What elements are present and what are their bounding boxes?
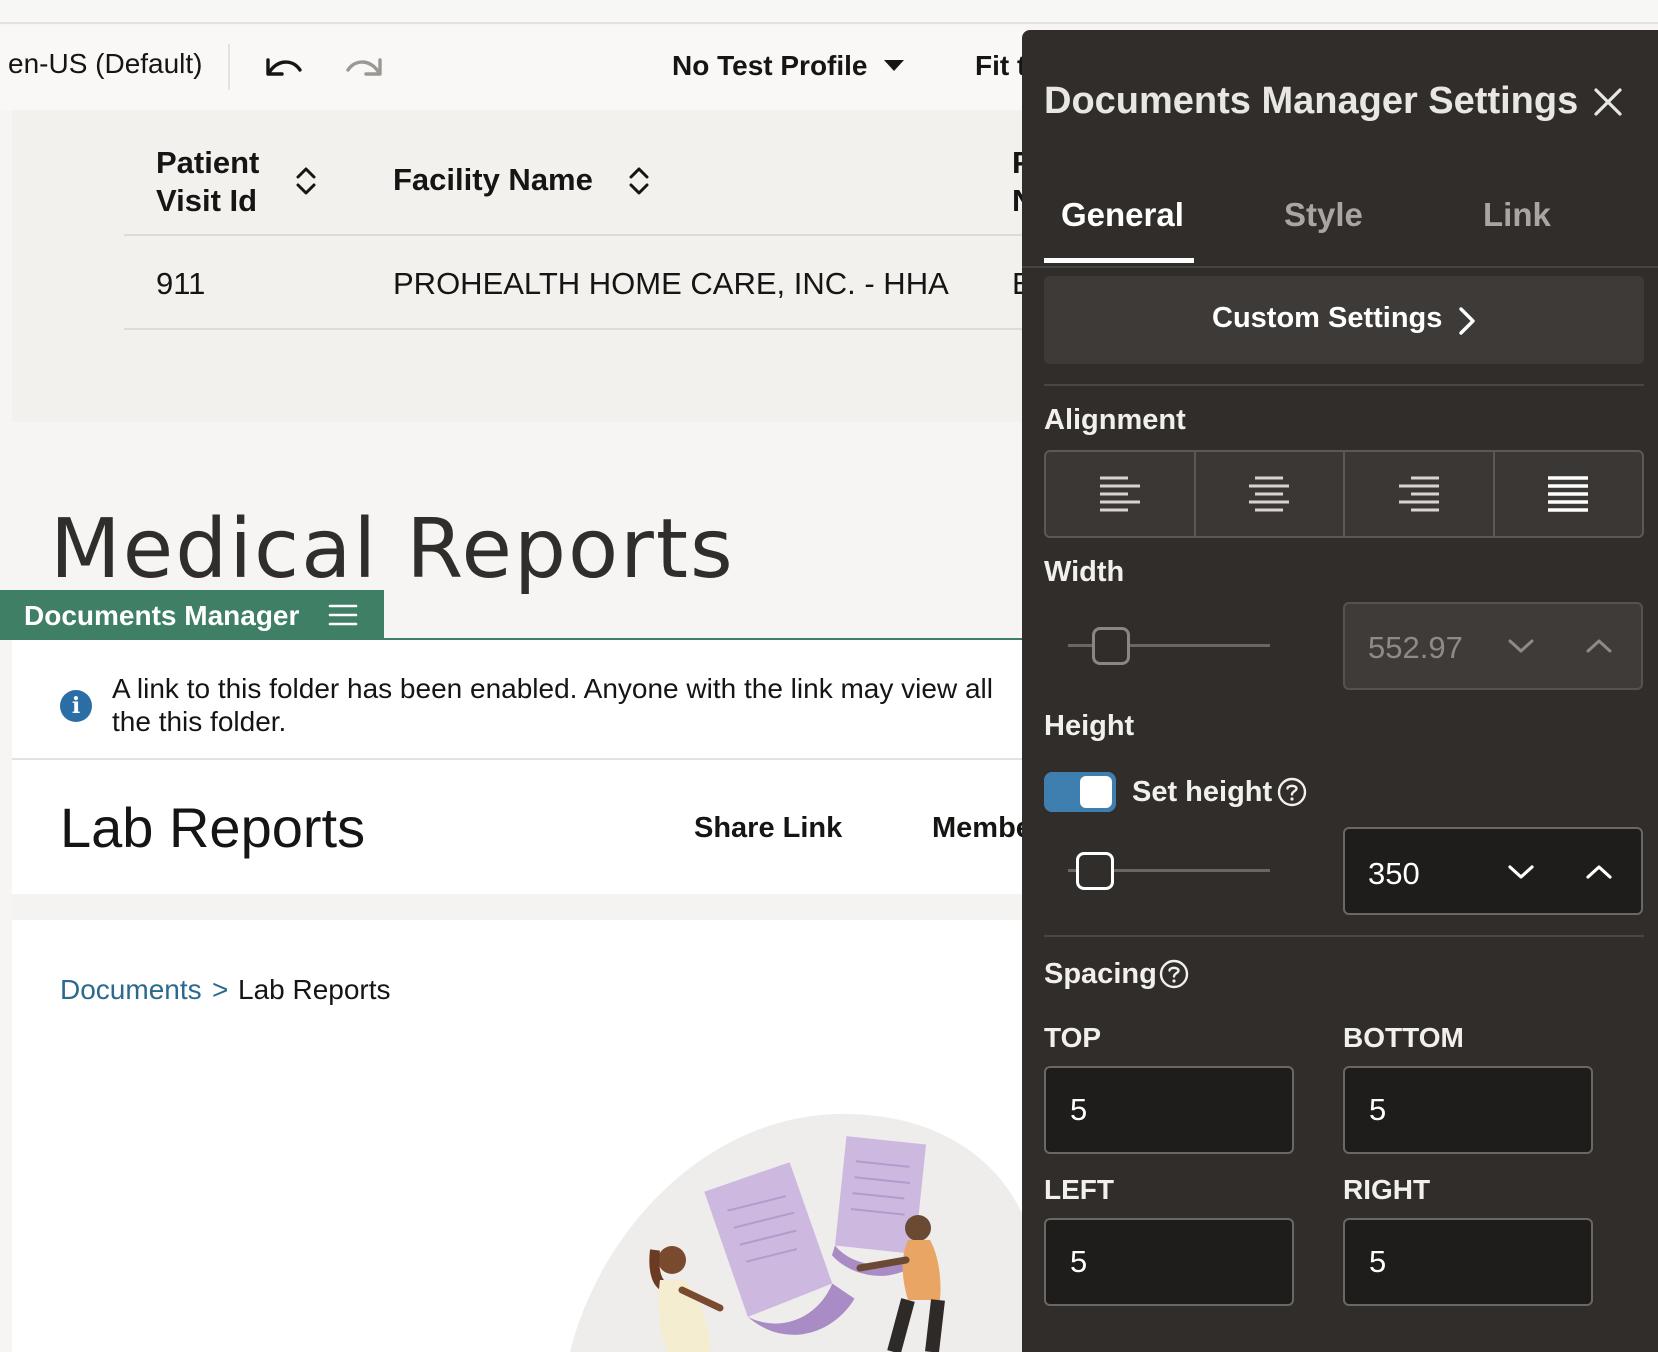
spacing-bottom-label: BOTTOM <box>1343 1022 1464 1053</box>
spacing-right-label: RIGHT <box>1343 1174 1431 1205</box>
tab-link[interactable]: Link <box>1483 196 1551 234</box>
sort-icon[interactable] <box>293 164 319 198</box>
spacing-top-label: TOP <box>1044 1022 1102 1053</box>
caret-down-icon[interactable] <box>884 60 904 71</box>
align-center-button[interactable] <box>1196 452 1345 536</box>
width-label: Width <box>1044 556 1125 588</box>
test-profile-select[interactable]: No Test Profile <box>672 50 868 82</box>
table-cell-visit-id: 911 <box>156 266 206 301</box>
empty-folder-illustration <box>570 1113 1025 1352</box>
share-link-button[interactable]: Share Link <box>694 812 842 845</box>
align-right-icon <box>1398 476 1439 512</box>
spacing-left-input[interactable]: 5 <box>1044 1218 1294 1306</box>
table-divider <box>124 234 1025 236</box>
help-icon[interactable] <box>1158 958 1190 990</box>
spacing-bottom-input[interactable]: 5 <box>1343 1066 1593 1154</box>
chevron-up-icon[interactable] <box>1584 862 1614 882</box>
spacing-label: Spacing <box>1044 958 1157 990</box>
height-label: Height <box>1044 710 1135 742</box>
tab-general[interactable]: General <box>1061 196 1184 234</box>
notice-divider <box>12 758 1025 760</box>
height-slider-thumb[interactable] <box>1076 852 1114 890</box>
spacing-left-label: LEFT <box>1044 1174 1114 1205</box>
height-value: 350 <box>1368 856 1420 891</box>
table-cell-facility: PROHEALTH HOME CARE, INC. - HHA <box>393 266 949 301</box>
active-tab-indicator <box>1044 258 1194 263</box>
hamburger-menu-icon[interactable] <box>328 603 358 627</box>
alignment-label: Alignment <box>1044 404 1186 436</box>
toggle-knob <box>1080 776 1112 808</box>
top-border <box>0 0 1658 24</box>
width-value: 552.97 <box>1368 630 1463 665</box>
folder-title: Lab Reports <box>60 796 366 859</box>
settings-title: Documents Manager Settings <box>1044 80 1579 122</box>
section-divider <box>1044 384 1644 386</box>
fit-button[interactable]: Fit t <box>975 50 1026 82</box>
column-header-label: Patient Visit Id <box>156 145 260 218</box>
table-divider <box>124 328 1025 330</box>
members-button[interactable]: Membe <box>932 812 1032 845</box>
chevron-up-icon[interactable] <box>1584 636 1614 656</box>
align-left-button[interactable] <box>1046 452 1196 536</box>
spacing-right-input[interactable]: 5 <box>1343 1218 1593 1306</box>
locale-selector[interactable]: en-US (Default) <box>8 48 203 80</box>
align-left-icon <box>1099 476 1140 512</box>
tab-style[interactable]: Style <box>1284 196 1363 234</box>
column-header-facility-name[interactable]: Facility Name <box>393 162 593 198</box>
align-justify-button[interactable] <box>1495 452 1643 536</box>
link-enabled-notice: A link to this folder has been enabled. … <box>112 673 993 737</box>
chevron-down-icon[interactable] <box>1506 636 1536 656</box>
toolbar-divider <box>228 44 230 90</box>
help-icon[interactable] <box>1276 776 1308 808</box>
set-height-label: Set height <box>1132 776 1273 808</box>
section-band <box>12 894 1025 920</box>
redo-icon[interactable] <box>344 46 386 88</box>
documents-manager-label: Documents Manager <box>24 600 300 631</box>
section-divider <box>1044 935 1644 937</box>
align-justify-icon <box>1548 476 1589 512</box>
column-header-patient-visit-id[interactable]: Patient Visit Id <box>156 144 266 220</box>
spacing-top-input[interactable]: 5 <box>1044 1066 1294 1154</box>
breadcrumb-current: Lab Reports <box>238 974 391 1005</box>
custom-settings-label: Custom Settings <box>1212 302 1443 334</box>
alignment-button-group <box>1044 450 1644 538</box>
sort-icon[interactable] <box>626 164 652 198</box>
align-center-icon <box>1249 476 1290 512</box>
width-slider-thumb[interactable] <box>1092 627 1130 665</box>
tab-baseline <box>1022 266 1658 268</box>
close-icon[interactable] <box>1588 82 1628 122</box>
info-icon: i <box>60 690 92 722</box>
breadcrumb-documents-link[interactable]: Documents <box>60 974 202 1006</box>
chevron-right-icon <box>1459 307 1475 335</box>
chevron-down-icon[interactable] <box>1506 862 1536 882</box>
breadcrumb-separator: > <box>212 974 229 1005</box>
align-right-button[interactable] <box>1345 452 1495 536</box>
page-title: Medical Reports <box>50 502 735 597</box>
undo-icon[interactable] <box>262 46 304 88</box>
